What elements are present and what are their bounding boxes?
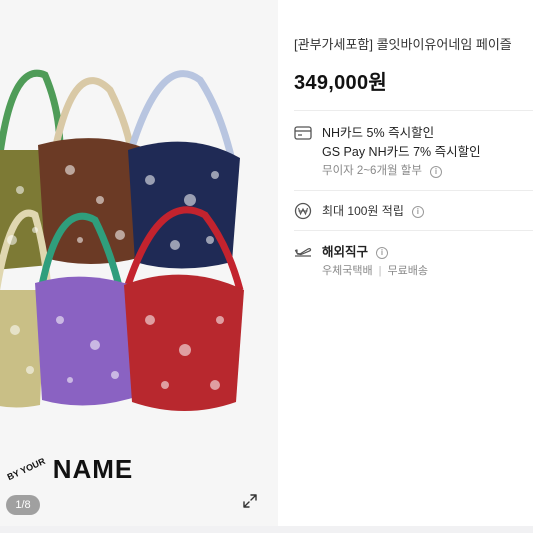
product-title: [관부가세포함] 콜잇바이유어네임 페이즐 [294,37,512,52]
won-coin-icon [294,202,312,220]
credit-card-icon [294,124,312,142]
image-counter: 1/8 [6,495,40,515]
expand-diagonal-icon [243,494,257,508]
points-label: 최대 100원 적립 [322,204,404,218]
shipping-section[interactable]: 해외직구 i 우체국택배 | 무료배송 [294,243,428,281]
brand-mark: BY YOUR [5,455,47,483]
brand-name: NAME [52,454,134,484]
card-discount-section[interactable]: NH카드 5% 즉시할인 GS Pay NH카드 7% 즉시할인 무이자 2~6… [294,124,481,181]
airplane-icon [294,243,312,261]
product-price: 349,000원 [294,72,388,94]
info-icon[interactable]: i [429,165,442,178]
divider [294,190,533,191]
shipping-fee: 무료배송 [387,265,428,277]
installment-label: 무이자 2~6개월 할부 [322,165,422,177]
card-discount-gspay: GS Pay NH카드 7% 즉시할인 [322,145,481,159]
expand-image-button[interactable] [236,487,264,515]
points-section[interactable]: 최대 100원 적립 i [294,202,424,221]
info-icon[interactable]: i [376,246,389,259]
product-image [0,69,244,411]
product-info-panel: [관부가세포함] 콜잇바이유어네임 페이즐 349,000원 NH카드 5% 즉… [278,0,533,526]
installment-info[interactable]: 무이자 2~6개월 할부 i [322,162,481,181]
shipping-method: 우체국택배 [322,265,373,277]
divider [294,230,533,231]
bottom-divider [0,526,533,533]
shipping-title: 해외직구 [322,245,369,259]
info-icon[interactable]: i [411,205,424,218]
divider [294,110,533,111]
product-image-gallery[interactable]: BY YOUR NAME 1/8 [0,0,278,526]
separator: | [378,265,382,277]
brand-logo: BY YOUR NAME [6,454,133,485]
card-discount-nh: NH카드 5% 즉시할인 [322,126,435,140]
